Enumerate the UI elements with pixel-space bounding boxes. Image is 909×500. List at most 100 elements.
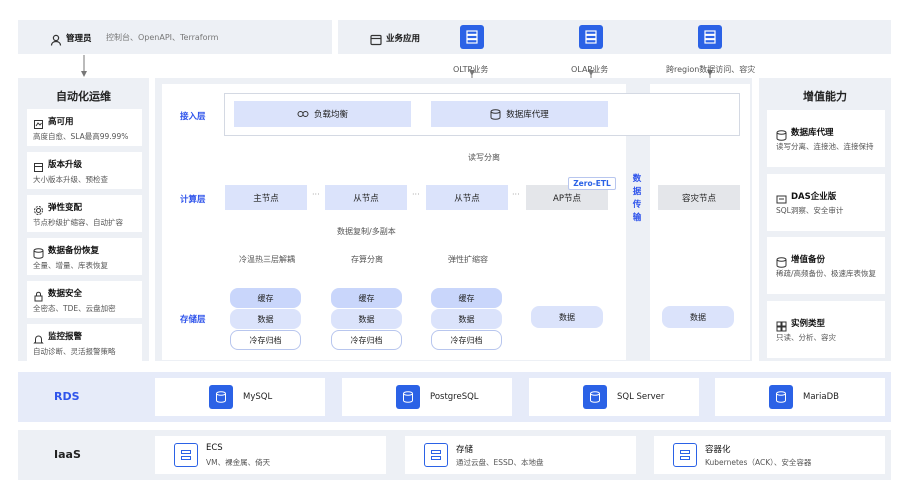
iaas-item-title: ECS (206, 443, 223, 453)
ap-node-label: AP节点 (553, 193, 581, 204)
ellipsis-1: ··· (312, 190, 320, 199)
left-item[interactable]: 监控报警 自动诊断、灵活报警策略 (27, 324, 142, 361)
storage-label-1: 冷温热三层解耦 (239, 255, 295, 264)
secondary-node-2-label: 从节点 (454, 193, 480, 204)
rds-engine-name: MySQL (243, 392, 273, 402)
cold-label: 冷存归档 (249, 335, 282, 345)
storage-stack-3: 缓存 数据 冷存归档 (431, 284, 502, 352)
layer-storage: 存储层 (180, 315, 206, 325)
left-item-title: 数据安全 (48, 289, 83, 299)
right-item-desc: 只读、分析、容灾 (776, 333, 836, 342)
secondary-node-2[interactable]: 从节点 (426, 185, 508, 210)
layer-compute: 计算层 (180, 195, 206, 205)
storage-label-2: 存算分离 (351, 255, 383, 264)
left-item-desc: 高度自愈、SLA最高99.99% (33, 132, 129, 141)
dt-char-3: 传 (632, 200, 642, 210)
rds-engine-card[interactable]: MySQL (155, 378, 325, 416)
lb-label: 负载均衡 (313, 110, 348, 120)
data-transfer-label: 数 据 传 输 (630, 173, 644, 225)
dr-node[interactable]: 容灾节点 (658, 185, 740, 210)
iaas-item[interactable]: ECS VM、裸金属、倚天 (155, 436, 386, 474)
rds-engine-card[interactable]: MariaDB (715, 378, 885, 416)
zero-etl-label: Zero-ETL (573, 179, 611, 188)
dt-char-2: 据 (632, 187, 642, 197)
replication-label: 数据复制/多副本 (337, 227, 396, 236)
ap-storage: 数据 (531, 306, 603, 328)
left-item-desc: 大小版本升级、预检查 (33, 175, 108, 184)
left-item-desc: 全密态、TDE、云盘加密 (33, 304, 116, 313)
rds-engine-name: PostgreSQL (430, 392, 479, 402)
ellipsis-3: ··· (512, 190, 520, 199)
right-item-desc: SQL洞察、安全审计 (776, 206, 844, 215)
cache-label: 缓存 (458, 293, 475, 303)
right-item-desc: 读写分离、连接池、连接保持 (776, 142, 874, 151)
data-label: 数据 (257, 314, 274, 324)
dt-char-4: 输 (632, 213, 642, 223)
left-item[interactable]: 数据安全全密态、TDE、云盘加密 (27, 281, 142, 318)
left-item-title: 版本升级 (48, 160, 83, 170)
iaas-item-title: 容器化 (705, 445, 731, 455)
right-item-title: DAS企业版 (791, 192, 837, 202)
iaas-item[interactable]: 容器化 Kubernetes（ACK）、安全容器 (654, 436, 885, 474)
dr-node-label: 容灾节点 (681, 193, 716, 204)
data-label: 数据 (358, 314, 375, 324)
app-label-olap: OLAP业务 (571, 65, 609, 74)
cold-label: 冷存归档 (350, 335, 383, 345)
left-item-title: 弹性变配 (48, 203, 83, 213)
app-label-dr: 跨region数据访问、容灾 (666, 65, 756, 74)
right-item-desc: 稀疏/高频备份、极速库表恢复 (776, 269, 877, 278)
mysql-icon (209, 385, 233, 409)
primary-node[interactable]: 主节点 (225, 185, 307, 210)
right-item[interactable]: 实例类型只读、分析、容灾 (767, 301, 885, 358)
iaas-item-desc: VM、裸金属、倚天 (206, 458, 271, 467)
dr-storage: 数据 (662, 306, 734, 328)
rds-engine-name: MariaDB (803, 392, 839, 402)
storage-icon (424, 443, 448, 467)
cold-label: 冷存归档 (450, 335, 483, 345)
postgresql-icon (396, 385, 420, 409)
rds-engine-card[interactable]: PostgreSQL (342, 378, 512, 416)
left-item[interactable]: 版本升级大小版本升级、预检查 (27, 152, 142, 189)
load-balancer[interactable]: 负载均衡 (234, 101, 411, 127)
left-title: 自动化运维 (56, 90, 111, 103)
iaas-label: IaaS (54, 448, 81, 461)
storage-stack-2: 缓存 数据 冷存归档 (331, 284, 402, 352)
right-item[interactable]: DAS企业版 SQL洞察、安全审计 (767, 174, 885, 231)
dt-char-1: 数 (632, 174, 642, 184)
left-item[interactable]: 弹性变配节点秒级扩缩容、自动扩容 (27, 195, 142, 232)
db-proxy[interactable]: 数据库代理 (431, 101, 608, 127)
iaas-item-title: 存储 (456, 445, 474, 455)
proxy-label: 数据库代理 (506, 110, 549, 120)
right-item-title: 实例类型 (791, 319, 826, 329)
database-icon (490, 108, 501, 120)
app-label-oltp: OLTP业务 (453, 65, 489, 74)
primary-node-label: 主节点 (253, 193, 279, 204)
left-item-desc: 节点秒级扩缩容、自动扩容 (33, 218, 123, 227)
right-item[interactable]: 增值备份稀疏/高频备份、极速库表恢复 (767, 237, 885, 294)
left-item[interactable]: 数据备份恢复全量、增量、库表恢复 (27, 238, 142, 275)
rds-engine-name: SQL Server (617, 392, 665, 402)
container-icon (673, 443, 697, 467)
left-item-desc: 自动诊断、灵活报警策略 (33, 347, 116, 356)
sqlserver-icon (583, 385, 607, 409)
iaas-item[interactable]: 存储通过云盘、ESSD、本地盘 (405, 436, 636, 474)
left-item[interactable]: 高可用 高度自愈、SLA最高99.99% (27, 109, 142, 146)
left-item-desc: 全量、增量、库表恢复 (33, 261, 108, 270)
storage-stack-1: 缓存 数据 冷存归档 (230, 284, 301, 352)
right-title: 增值能力 (803, 90, 847, 103)
rds-engine-card[interactable]: SQL Server (529, 378, 699, 416)
mariadb-icon (769, 385, 793, 409)
right-item-title: 数据库代理 (791, 128, 834, 138)
data-label: 数据 (458, 314, 475, 324)
storage-label-3: 弹性扩缩容 (448, 255, 488, 264)
iaas-item-desc: Kubernetes（ACK）、安全容器 (705, 458, 812, 467)
secondary-node-1[interactable]: 从节点 (325, 185, 407, 210)
right-item-title: 增值备份 (791, 255, 826, 265)
secondary-node-1-label: 从节点 (353, 193, 379, 204)
left-item-title: 数据备份恢复 (48, 246, 100, 256)
right-item[interactable]: 数据库代理读写分离、连接池、连接保持 (767, 110, 885, 167)
zero-etl-badge: Zero-ETL (568, 177, 616, 190)
iaas-item-desc: 通过云盘、ESSD、本地盘 (456, 458, 544, 467)
cache-label: 缓存 (257, 293, 274, 303)
ellipsis-2: ··· (412, 190, 420, 199)
